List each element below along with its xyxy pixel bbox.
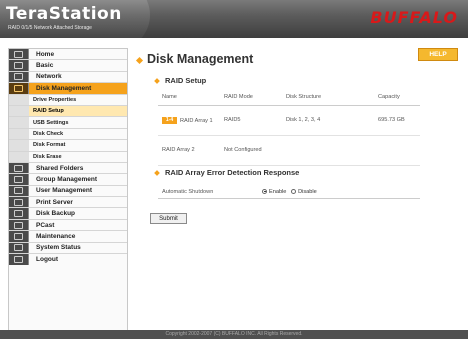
sidebar-subitem-drive-properties[interactable]: Drive Properties — [9, 94, 127, 106]
sidebar-subitem-label: USB Settings — [33, 119, 69, 126]
maintenance-icon — [9, 231, 29, 242]
table-header-row: Name RAID Mode Disk Structure Capacity — [158, 90, 420, 106]
disable-radio[interactable] — [291, 188, 297, 194]
brand-logo: BUFFALO — [370, 8, 458, 27]
sidebar: Home Basic Network Disk Management Drive… — [8, 48, 128, 332]
capacity-cell: 695.73 GB — [374, 105, 420, 136]
sidebar-item-group-management[interactable]: Group Management — [9, 174, 127, 186]
sidebar-item-home[interactable]: Home — [9, 49, 127, 61]
sidebar-item-label: Maintenance — [36, 232, 76, 240]
logout-icon — [9, 254, 29, 266]
disable-label[interactable]: Disable — [298, 189, 317, 195]
disk-structure-cell: Disk 1, 2, 3, 4 — [282, 105, 374, 136]
section-title-text: RAID Setup — [165, 76, 207, 85]
sidebar-subitem-label: RAID Setup — [33, 108, 64, 115]
sidebar-item-label: User Management — [36, 187, 92, 195]
raid-name-cell: RAID Array 2 — [158, 135, 220, 166]
sidebar-item-pcast[interactable]: PCast — [9, 219, 127, 232]
table-row[interactable]: 1-4 RAID Array 1 RAID5 Disk 1, 2, 3, 4 69… — [158, 105, 420, 136]
sidebar-item-label: Group Management — [36, 175, 98, 183]
home-icon — [9, 49, 29, 60]
raid-array-icon: 1-4 — [162, 116, 177, 124]
logo-subtitle: RAID 0/1/5 Network Attached Storage — [8, 25, 92, 31]
sidebar-item-system-status[interactable]: System Status — [9, 242, 127, 255]
section-bullet-icon — [154, 170, 160, 176]
printer-icon — [9, 197, 29, 208]
page: TeraStation RAID 0/1/5 Network Attached … — [0, 0, 468, 339]
enable-label[interactable]: Enable — [269, 189, 286, 195]
raid-name[interactable]: RAID Array 1 — [180, 117, 213, 123]
sidebar-item-label: Disk Backup — [36, 210, 76, 218]
folder-icon — [9, 162, 29, 174]
help-button[interactable]: HELP — [418, 48, 458, 61]
sidebar-item-user-management[interactable]: User Management — [9, 185, 127, 198]
sidebar-item-label: Shared Folders — [36, 164, 84, 172]
setting-row: Automatic Shutdown Enable Disable — [158, 186, 420, 199]
raid-mode-cell: RAID5 — [220, 105, 282, 136]
sidebar-item-shared-folders[interactable]: Shared Folders — [9, 162, 127, 175]
pcast-icon — [9, 219, 29, 231]
sidebar-item-label: Home — [36, 50, 55, 58]
section-title-raid-setup: RAID Setup — [154, 76, 207, 85]
group-icon — [9, 174, 29, 185]
column-header: Disk Structure — [282, 90, 374, 106]
title-bullet-icon — [135, 56, 144, 65]
table-row[interactable]: RAID Array 2 Not Configured — [158, 135, 420, 166]
header: TeraStation RAID 0/1/5 Network Attached … — [0, 0, 468, 38]
sidebar-item-maintenance[interactable]: Maintenance — [9, 231, 127, 243]
sidebar-item-label: Basic — [36, 62, 54, 70]
sidebar-item-disk-backup[interactable]: Disk Backup — [9, 208, 127, 220]
sidebar-subitem-usb-settings[interactable]: USB Settings — [9, 117, 127, 129]
sidebar-item-label: Disk Management — [36, 84, 92, 92]
submit-button[interactable]: Submit — [150, 213, 187, 224]
status-icon — [9, 242, 29, 254]
error-detection-table: Automatic Shutdown Enable Disable — [158, 186, 420, 199]
sidebar-subitem-disk-erase[interactable]: Disk Erase — [9, 151, 127, 163]
column-header: RAID Mode — [220, 90, 282, 106]
sidebar-item-label: Network — [36, 73, 62, 81]
disk-structure-cell — [282, 135, 374, 166]
sidebar-item-network[interactable]: Network — [9, 71, 127, 84]
sidebar-item-disk-management[interactable]: Disk Management — [9, 83, 127, 95]
section-title-error-detection: RAID Array Error Detection Response — [154, 168, 300, 177]
sidebar-item-print-server[interactable]: Print Server — [9, 197, 127, 209]
enable-radio[interactable] — [262, 188, 267, 194]
capacity-cell — [374, 135, 420, 166]
raid-table: Name RAID Mode Disk Structure Capacity 1… — [158, 90, 420, 166]
sidebar-subitem-label: Disk Format — [33, 142, 66, 149]
sidebar-item-label: Logout — [36, 256, 59, 264]
sidebar-item-label: Print Server — [36, 198, 73, 206]
sidebar-item-label: System Status — [36, 244, 81, 252]
sidebar-subitem-disk-format[interactable]: Disk Format — [9, 140, 127, 152]
raid-name-cell: 1-4 RAID Array 1 — [158, 105, 220, 136]
column-header: Name — [158, 90, 220, 106]
column-header: Capacity — [374, 90, 420, 106]
backup-icon — [9, 208, 29, 219]
disk-icon — [9, 83, 29, 94]
sidebar-item-logout[interactable]: Logout — [9, 254, 127, 266]
setting-options: Enable Disable — [258, 186, 420, 199]
sidebar-subitem-disk-check[interactable]: Disk Check — [9, 128, 127, 141]
section-bullet-icon — [154, 78, 160, 84]
page-title: Disk Management — [147, 52, 254, 66]
sidebar-item-label: PCast — [36, 221, 55, 229]
network-icon — [9, 71, 29, 83]
sidebar-subitem-label: Disk Check — [33, 130, 64, 137]
sidebar-item-basic[interactable]: Basic — [9, 60, 127, 72]
basic-icon — [9, 60, 29, 71]
sidebar-subitem-label: Disk Erase — [33, 153, 62, 160]
sidebar-subitem-label: Drive Properties — [33, 96, 77, 103]
logo-title: TeraStation — [6, 4, 122, 24]
setting-label: Automatic Shutdown — [158, 186, 258, 199]
sidebar-subitem-raid-setup[interactable]: RAID Setup — [9, 105, 127, 118]
user-icon — [9, 185, 29, 197]
section-title-text: RAID Array Error Detection Response — [165, 168, 300, 177]
raid-name[interactable]: RAID Array 2 — [162, 147, 195, 153]
footer-copyright: Copyright 2002-2007 (C) BUFFALO INC. All… — [0, 330, 468, 339]
raid-mode-cell: Not Configured — [220, 135, 282, 166]
